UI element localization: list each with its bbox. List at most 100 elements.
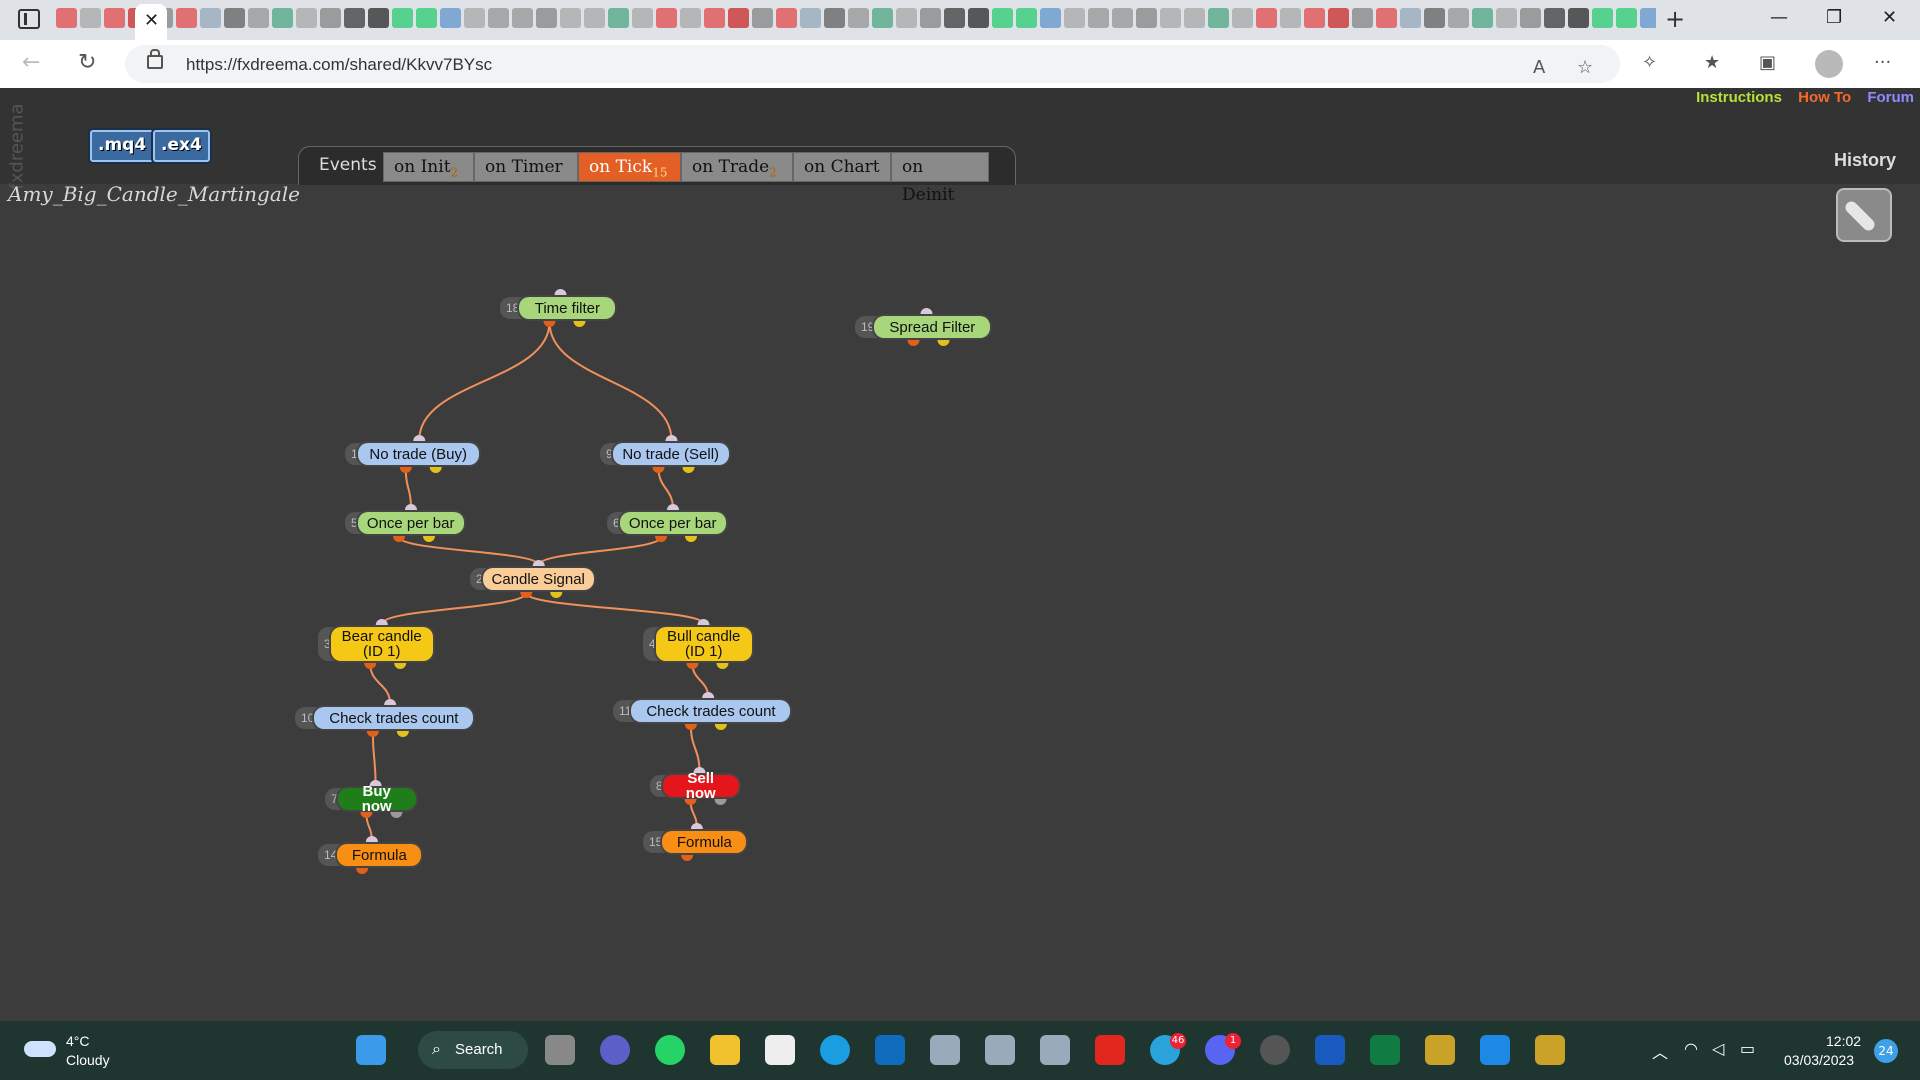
tab-favicon-icon[interactable] (896, 8, 917, 28)
tab-favicon-icon[interactable] (632, 8, 653, 28)
active-tab[interactable]: ✕ (135, 4, 167, 40)
edge-icon[interactable] (820, 1035, 850, 1065)
tab-favicon-icon[interactable] (1448, 8, 1469, 28)
block-10[interactable]: 10 Check trades count (295, 707, 474, 729)
tab-favicon-icon[interactable] (1232, 8, 1253, 28)
block-8[interactable]: 8 Sell now (650, 771, 739, 801)
volume-icon[interactable]: ◁ (1712, 1039, 1724, 1058)
tab-favicon-icon[interactable] (1424, 8, 1445, 28)
file-explorer-icon[interactable] (710, 1035, 740, 1065)
app-icon-3[interactable] (1040, 1035, 1070, 1065)
block-4[interactable]: 4 Bull candle (ID 1) (643, 627, 752, 661)
block-5[interactable]: 5 Once per bar (345, 512, 464, 534)
tab-favicon-icon[interactable] (584, 8, 605, 28)
tab-favicon-icon[interactable] (656, 8, 677, 28)
tab-favicons[interactable] (56, 8, 1656, 32)
wifi-icon[interactable]: ◠ (1684, 1039, 1698, 1058)
block-3[interactable]: 3 Bear candle (ID 1) (318, 627, 433, 661)
tab-favicon-icon[interactable] (1544, 8, 1565, 28)
tab-favicon-icon[interactable] (320, 8, 341, 28)
task-view-icon[interactable] (545, 1035, 575, 1065)
tab-favicon-icon[interactable] (224, 8, 245, 28)
tab-favicon-icon[interactable] (176, 8, 197, 28)
minimize-icon[interactable]: — (1770, 7, 1788, 28)
tab-favicon-icon[interactable] (272, 8, 293, 28)
start-icon[interactable] (356, 1035, 386, 1065)
tab-favicon-icon[interactable] (1328, 8, 1349, 28)
tab-favicon-icon[interactable] (1088, 8, 1109, 28)
media-player-icon[interactable] (1260, 1035, 1290, 1065)
tab-favicon-icon[interactable] (680, 8, 701, 28)
tab-favicon-icon[interactable] (56, 8, 77, 28)
tab-favicon-icon[interactable] (1640, 8, 1656, 28)
tab-favicon-icon[interactable] (776, 8, 797, 28)
whatsapp-icon[interactable] (655, 1035, 685, 1065)
tab-favicon-icon[interactable] (1472, 8, 1493, 28)
tab-favicon-icon[interactable] (1376, 8, 1397, 28)
read-aloud-icon[interactable]: A (1533, 57, 1545, 78)
tab-favicon-icon[interactable] (1592, 8, 1613, 28)
block-1[interactable]: 1 No trade (Buy) (345, 443, 479, 465)
tab-favicon-icon[interactable] (1280, 8, 1301, 28)
tab-favicon-icon[interactable] (1184, 8, 1205, 28)
tab-favicon-icon[interactable] (824, 8, 845, 28)
block-9[interactable]: 9 No trade (Sell) (600, 443, 729, 465)
tab-favicon-icon[interactable] (104, 8, 125, 28)
tab-favicon-icon[interactable] (848, 8, 869, 28)
tab-favicon-icon[interactable] (1136, 8, 1157, 28)
mt4-icon-2[interactable] (1535, 1035, 1565, 1065)
tab-favicon-icon[interactable] (440, 8, 461, 28)
new-tab-button[interactable]: + (1665, 5, 1685, 33)
tab-favicon-icon[interactable] (80, 8, 101, 28)
tab-favicon-icon[interactable] (536, 8, 557, 28)
tab-favicon-icon[interactable] (368, 8, 389, 28)
favorites-icon[interactable]: ★ (1704, 52, 1720, 73)
extensions-icon[interactable]: ✧ (1642, 52, 1657, 73)
clock-time[interactable]: 12:02 (1826, 1033, 1861, 1049)
tab-favicon-icon[interactable] (296, 8, 317, 28)
block-6[interactable]: 6 Once per bar (607, 512, 726, 534)
tab-favicon-icon[interactable] (608, 8, 629, 28)
tab-favicon-icon[interactable] (920, 8, 941, 28)
ig-icon[interactable] (1095, 1035, 1125, 1065)
tab-favicon-icon[interactable] (1256, 8, 1277, 28)
tab-favicon-icon[interactable] (1160, 8, 1181, 28)
block-15[interactable]: 15 Formula (643, 831, 747, 853)
clock-date[interactable]: 03/03/2023 (1784, 1052, 1854, 1068)
word-icon[interactable] (1315, 1035, 1345, 1065)
tab-favicon-icon[interactable] (1520, 8, 1541, 28)
excel-icon[interactable] (1370, 1035, 1400, 1065)
block-7[interactable]: 7 Buy now (325, 784, 416, 814)
notepad-icon[interactable] (765, 1035, 795, 1065)
tab-favicon-icon[interactable] (1040, 8, 1061, 28)
notifications-badge[interactable]: 24 (1874, 1039, 1898, 1063)
video-icon[interactable] (1480, 1035, 1510, 1065)
tab-favicon-icon[interactable] (464, 8, 485, 28)
block-18[interactable]: 18 Time filter (500, 297, 616, 319)
app-icon-2[interactable] (985, 1035, 1015, 1065)
tab-favicon-icon[interactable] (392, 8, 413, 28)
back-icon[interactable]: ← (22, 50, 40, 75)
url-text[interactable]: https://fxdreema.com/shared/Kkvv7BYsc (186, 55, 492, 75)
tab-favicon-icon[interactable] (704, 8, 725, 28)
tab-favicon-icon[interactable] (1400, 8, 1421, 28)
close-tab-icon[interactable]: ✕ (144, 10, 159, 31)
mt4-icon-1[interactable] (1425, 1035, 1455, 1065)
tab-favicon-icon[interactable] (728, 8, 749, 28)
tab-favicon-icon[interactable] (248, 8, 269, 28)
tab-favicon-icon[interactable] (1064, 8, 1085, 28)
tab-favicon-icon[interactable] (1496, 8, 1517, 28)
tab-favicon-icon[interactable] (992, 8, 1013, 28)
block-2[interactable]: 2 Candle Signal (470, 568, 594, 590)
profile-avatar[interactable] (1815, 50, 1843, 78)
tab-favicon-icon[interactable] (200, 8, 221, 28)
cloud-icon[interactable] (24, 1041, 56, 1057)
outlook-icon[interactable] (875, 1035, 905, 1065)
block-19[interactable]: 19 Spread Filter (855, 316, 991, 338)
tab-favicon-icon[interactable] (968, 8, 989, 28)
refresh-icon[interactable]: ↻ (78, 50, 96, 75)
tab-favicon-icon[interactable] (512, 8, 533, 28)
tab-favicon-icon[interactable] (1304, 8, 1325, 28)
tab-favicon-icon[interactable] (1568, 8, 1589, 28)
chevron-up-icon[interactable]: ︿ (1652, 1039, 1668, 1063)
